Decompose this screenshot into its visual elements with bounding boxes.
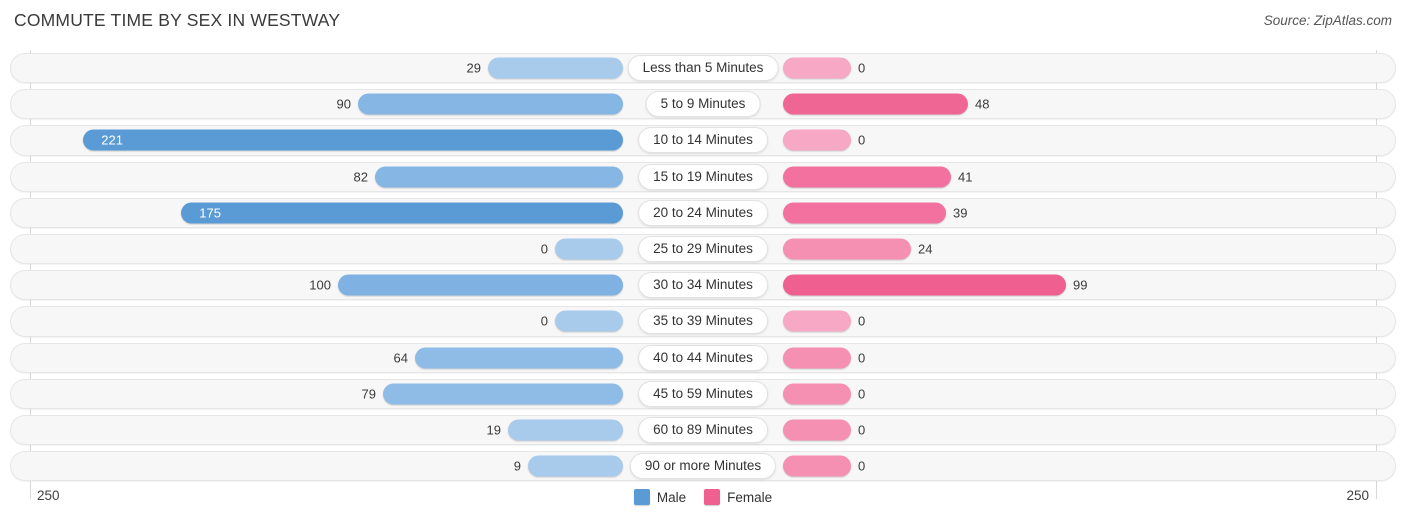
category-label-pill: 45 to 59 Minutes	[638, 380, 768, 407]
male-bar[interactable]	[555, 238, 623, 260]
male-value-label: 0	[540, 313, 548, 329]
male-bar[interactable]	[555, 310, 623, 332]
category-label-pill: 10 to 14 Minutes	[638, 127, 768, 154]
source-attribution: Source: ZipAtlas.com	[1263, 13, 1392, 28]
bar-rows: 29 0 Less than 5 Minutes 90 48 5 to 9 Minutes…	[0, 50, 1406, 484]
female-bar[interactable]	[783, 310, 851, 332]
legend: Male Female	[0, 489, 1406, 505]
female-value-label: 24	[918, 241, 933, 257]
male-bar[interactable]	[383, 383, 623, 405]
male-value-label: 19	[486, 422, 501, 438]
female-value-label: 0	[858, 132, 866, 148]
female-bar[interactable]	[783, 455, 851, 477]
female-bar[interactable]	[783, 129, 851, 151]
table-row: 90 48 5 to 9 Minutes	[0, 86, 1406, 122]
female-value-label: 99	[1073, 277, 1088, 293]
female-value-label: 41	[958, 169, 973, 185]
female-bar[interactable]	[783, 93, 968, 115]
female-value-label: 48	[975, 96, 990, 112]
female-value-label: 0	[858, 458, 866, 474]
legend-item-female[interactable]: Female	[704, 489, 772, 505]
table-row: 221 0 10 to 14 Minutes	[0, 122, 1406, 158]
table-row: 0 24 25 to 29 Minutes	[0, 231, 1406, 267]
female-value-label: 0	[858, 60, 866, 76]
category-label-pill: 20 to 24 Minutes	[638, 199, 768, 226]
female-value-label: 0	[858, 422, 866, 438]
male-value-label: 175	[199, 205, 221, 221]
table-row: 100 99 30 to 34 Minutes	[0, 267, 1406, 303]
female-bar[interactable]	[783, 383, 851, 405]
female-value-label: 0	[858, 313, 866, 329]
male-value-label: 29	[466, 60, 481, 76]
male-bar[interactable]	[508, 419, 623, 441]
table-row: 9 0 90 or more Minutes	[0, 448, 1406, 484]
legend-label: Male	[656, 489, 687, 505]
male-value-label: 0	[540, 241, 548, 257]
legend-swatch-icon	[633, 489, 650, 505]
legend-label: Female	[727, 489, 773, 505]
female-bar[interactable]	[783, 274, 1066, 296]
table-row: 79 0 45 to 59 Minutes	[0, 376, 1406, 412]
male-bar[interactable]	[181, 202, 623, 224]
female-value-label: 0	[858, 386, 866, 402]
page-title: COMMUTE TIME BY SEX IN WESTWAY	[14, 10, 341, 30]
legend-item-male[interactable]: Male	[633, 489, 687, 505]
female-bar[interactable]	[783, 419, 851, 441]
male-value-label: 221	[101, 132, 123, 148]
category-label-pill: Less than 5 Minutes	[627, 55, 779, 82]
table-row: 29 0 Less than 5 Minutes	[0, 50, 1406, 86]
male-bar[interactable]	[528, 455, 623, 477]
male-bar[interactable]	[358, 93, 623, 115]
chart-footer: 250 250 Male Female	[0, 485, 1406, 522]
male-bar[interactable]	[83, 129, 623, 151]
female-bar[interactable]	[783, 57, 851, 79]
category-label-pill: 90 or more Minutes	[629, 453, 777, 480]
female-bar[interactable]	[783, 347, 851, 369]
male-value-label: 100	[309, 277, 331, 293]
table-row: 64 0 40 to 44 Minutes	[0, 340, 1406, 376]
female-value-label: 39	[953, 205, 968, 221]
category-label-pill: 40 to 44 Minutes	[638, 344, 768, 371]
category-label-pill: 15 to 19 Minutes	[638, 163, 768, 190]
table-row: 19 0 60 to 89 Minutes	[0, 412, 1406, 448]
legend-swatch-icon	[704, 489, 721, 505]
table-row: 0 0 35 to 39 Minutes	[0, 303, 1406, 339]
male-bar[interactable]	[375, 166, 623, 188]
male-bar[interactable]	[415, 347, 623, 369]
category-label-pill: 35 to 39 Minutes	[638, 308, 768, 335]
category-label-pill: 30 to 34 Minutes	[638, 272, 768, 299]
table-row: 82 41 15 to 19 Minutes	[0, 159, 1406, 195]
male-value-label: 90	[336, 96, 351, 112]
male-value-label: 82	[353, 169, 368, 185]
female-bar[interactable]	[783, 166, 951, 188]
table-row: 175 39 20 to 24 Minutes	[0, 195, 1406, 231]
male-value-label: 9	[513, 458, 521, 474]
chart-root: COMMUTE TIME BY SEX IN WESTWAY Source: Z…	[0, 0, 1406, 522]
female-bar[interactable]	[783, 238, 911, 260]
category-label-pill: 25 to 29 Minutes	[638, 236, 768, 263]
male-value-label: 64	[393, 350, 408, 366]
male-bar[interactable]	[488, 57, 623, 79]
plot-area: 29 0 Less than 5 Minutes 90 48 5 to 9 Minutes…	[0, 50, 1406, 499]
male-bar[interactable]	[338, 274, 623, 296]
category-label-pill: 5 to 9 Minutes	[645, 91, 761, 118]
male-value-label: 79	[361, 386, 376, 402]
category-label-pill: 60 to 89 Minutes	[638, 416, 768, 443]
female-bar[interactable]	[783, 202, 946, 224]
female-value-label: 0	[858, 350, 866, 366]
